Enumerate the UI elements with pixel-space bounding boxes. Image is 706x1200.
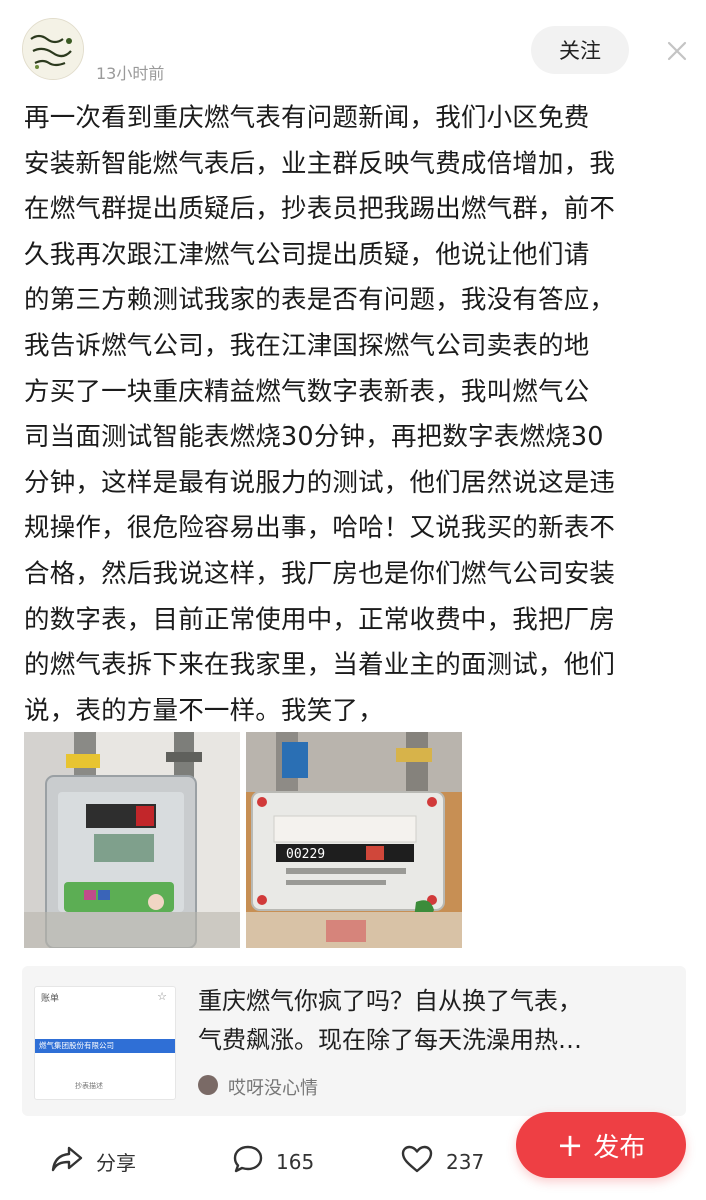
publish-button[interactable]: + 发布 <box>516 1112 686 1178</box>
post-line: 的第三方赖测试我家的表是否有问题，我没有答应， <box>24 285 616 316</box>
post-line: 的燃气表拆下来在我家里，当着业主的面测试，他们 <box>24 650 616 681</box>
post-line: 说，表的方量不一样。我笑了， <box>24 695 384 726</box>
post-line: 的数字表，目前正常使用中，正常收费中，我把厂房 <box>24 604 616 635</box>
post-line: 分钟，这样是最有说服力的测试，他们居然说这是违 <box>24 467 616 498</box>
post-line: 在燃气群提出质疑后，抄表员把我踢出燃气群，前不 <box>24 194 616 225</box>
post-photo-digital-meter[interactable]: 00229 <box>246 732 462 948</box>
thumbnail-company-bar: 燃气集团股份有限公司 <box>35 1039 175 1053</box>
post-photo-smart-meter[interactable] <box>24 732 240 948</box>
linked-post-title-line: 气费飙涨。现在除了每天洗澡用热… <box>198 1026 582 1054</box>
close-icon[interactable] <box>662 36 692 66</box>
linked-post-title: 重庆燃气你疯了吗？自从换了气表， 气费飙涨。现在除了每天洗澡用热… <box>198 982 668 1060</box>
meter-reading: 00229 <box>286 847 325 862</box>
post-line: 方买了一块重庆精益燃气数字表新表，我叫燃气公 <box>24 376 590 407</box>
comment-button[interactable]: 165 <box>232 1144 314 1179</box>
post-line: 规操作，很危险容易出事，哈哈！又说我买的新表不 <box>24 513 616 544</box>
thumbnail-title: 账单 <box>41 994 60 1004</box>
post-line: 合格，然后我说这样，我厂房也是你们燃气公司安装 <box>24 558 616 589</box>
linked-author-name[interactable]: 哎呀没心情 <box>228 1074 318 1100</box>
plus-icon: + <box>556 1126 584 1164</box>
thumbnail-footer: 抄表描述 <box>75 1082 103 1090</box>
follow-button[interactable]: 关注 <box>531 26 629 74</box>
share-icon <box>50 1144 84 1179</box>
post-body: 再一次看到重庆燃气表有问题新闻，我们小区免费 安装新智能燃气表后，业主群反映气费… <box>24 96 692 734</box>
avatar[interactable] <box>22 18 84 80</box>
comment-icon <box>232 1144 264 1179</box>
comment-count: 165 <box>276 1149 315 1174</box>
linked-post-card[interactable]: 账单 ☆ 燃气集团股份有限公司 抄表描述 重庆燃气你疯了吗？自从换了气表， 气费… <box>22 966 686 1116</box>
publish-label: 发布 <box>593 1132 646 1163</box>
linked-author-avatar <box>198 1075 218 1095</box>
heart-icon <box>400 1144 434 1179</box>
linked-post-thumbnail: 账单 ☆ 燃气集团股份有限公司 抄表描述 <box>34 986 176 1100</box>
post-line: 司当面测试智能表燃烧30分钟，再把数字表燃烧30 <box>24 422 604 453</box>
post-timestamp: 13小时前 <box>96 64 165 83</box>
like-button[interactable]: 237 <box>400 1144 484 1179</box>
linked-post-title-line: 重庆燃气你疯了吗？自从换了气表， <box>198 987 582 1015</box>
post-line: 再一次看到重庆燃气表有问题新闻，我们小区免费 <box>24 103 590 133</box>
post-line: 安装新智能燃气表后，业主群反映气费成倍增加，我 <box>24 148 616 179</box>
like-count: 237 <box>446 1149 485 1174</box>
post-line: 我告诉燃气公司，我在江津国探燃气公司卖表的地 <box>24 330 590 361</box>
star-icon: ☆ <box>157 990 167 1003</box>
post-line: 久我再次跟江津燃气公司提出质疑，他说让他们请 <box>24 239 590 270</box>
share-label: 分享 <box>96 1151 136 1175</box>
share-button[interactable]: 分享 <box>50 1144 136 1179</box>
